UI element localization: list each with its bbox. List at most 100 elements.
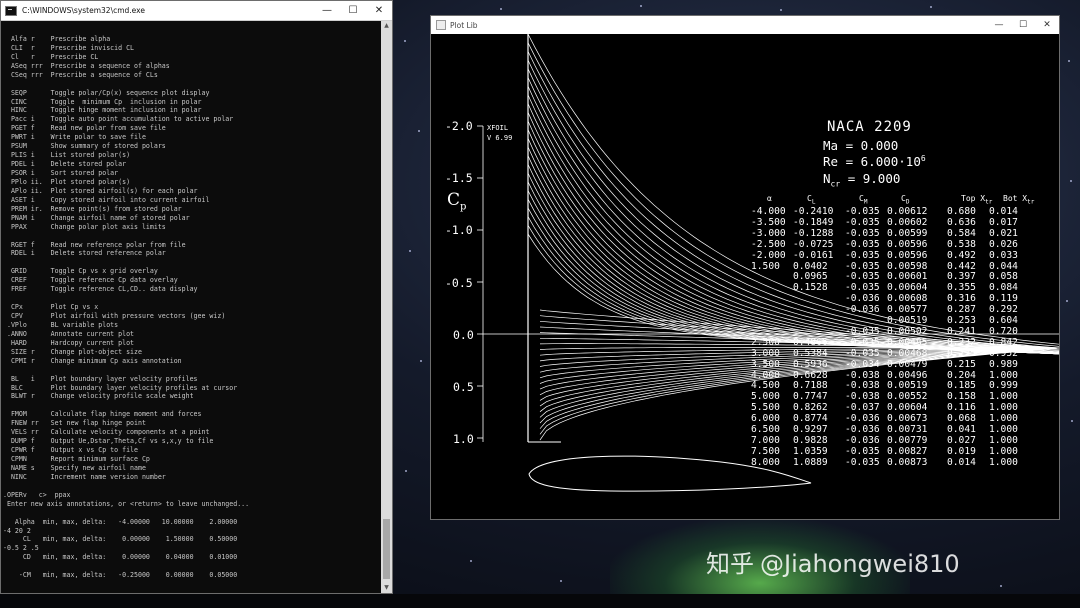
close-icon[interactable]: ✕ — [366, 1, 392, 21]
maximize-icon[interactable]: ☐ — [340, 1, 366, 21]
polar-table-cell: 0.00608 — [887, 293, 928, 305]
cmd-console[interactable]: Alfa r Prescribe alpha CLI r Prescribe i… — [1, 21, 392, 593]
console-line: APlo ii. Plot stored airfoil(s) for each… — [3, 186, 198, 195]
polar-table-cell: -0.038 — [845, 369, 880, 381]
header-text: Bot X — [1003, 194, 1028, 203]
polar-table-cell: -0.035 — [845, 227, 880, 239]
polar-table-cell: 0.158 — [947, 391, 976, 403]
polar-table-cell: -4.000 — [751, 206, 786, 217]
polar-table-cell: 1.000 — [989, 413, 1018, 425]
console-line: PSOR i Sort stored polar — [3, 169, 119, 177]
polar-table-cell: 0.00596 — [887, 249, 928, 261]
polar-table-cell: 0.1528 — [793, 282, 828, 294]
polar-table-cell: 0.185 — [947, 380, 976, 392]
console-line: CSeq rrr Prescribe a sequence of CLs — [3, 70, 158, 79]
console-line: CINC Toggle minimum Cp inclusion in pola… — [3, 97, 202, 106]
console-line: BL i Plot boundary layer velocity profil… — [3, 374, 198, 383]
minimize-icon[interactable]: — — [987, 16, 1011, 34]
console-line: PLIS i List stored polar(s) — [3, 151, 131, 160]
plot-app-icon — [436, 20, 446, 30]
polar-table-cell: 0.026 — [989, 238, 1018, 250]
scroll-thumb[interactable] — [383, 519, 390, 579]
console-line: ASET i Copy stored airfoil into current … — [3, 195, 210, 204]
console-line: ASeq rrr Prescribe a sequence of alphas — [3, 61, 170, 70]
minimize-icon[interactable]: — — [314, 1, 340, 21]
polar-table-cell: 0.4866 — [793, 336, 828, 348]
maximize-icon[interactable]: ☐ — [1011, 16, 1035, 34]
close-icon[interactable]: ✕ — [1035, 16, 1059, 34]
plot-window[interactable]: Plot Lib — ☐ ✕ XFOIL V 6.99 Cp -2.0 -1.5… — [430, 15, 1060, 520]
cmd-scrollbar[interactable]: ▲ ▼ — [381, 21, 392, 593]
polar-table-cell: -0.035 — [845, 445, 880, 457]
console-line: RDEL i Delete stored reference polar — [3, 249, 166, 258]
cmd-titlebar[interactable]: C:\WINDOWS\system32\cmd.exe — ☐ ✕ — [1, 1, 392, 21]
console-line: FREF Toggle reference CL,CD.. data displ… — [3, 285, 198, 294]
polar-table-cell: 0.00601 — [887, 271, 928, 283]
polar-table-cell: 4.000 — [751, 369, 780, 381]
polar-table-cell: 0.636 — [947, 216, 976, 228]
polar-table-cell: 0.538 — [947, 238, 976, 250]
console-line: NINC Increment name version number — [3, 472, 166, 481]
polar-table-cell: 0.014 — [947, 456, 976, 468]
polar-table-header-cell: Bot Xtr — [1003, 194, 1034, 206]
watermark-brand: 知乎 — [706, 550, 754, 578]
console-line: CLI r Prescribe inviscid CL — [3, 43, 135, 52]
console-output: Alfa r Prescribe alpha CLI r Prescribe i… — [3, 26, 381, 593]
polar-table-cell: 0.253 — [947, 315, 976, 326]
console-line: Enter new axis annotations, or <return> … — [3, 499, 250, 508]
polar-table-cell: 0.00552 — [887, 391, 928, 403]
plot-titlebar[interactable]: Plot Lib — ☐ ✕ — [431, 16, 1059, 34]
taskbar — [0, 594, 1080, 608]
polar-table-cell: 0.027 — [947, 434, 976, 446]
polar-table-header-cell: CD — [901, 194, 909, 206]
polar-table-cell: -0.036 — [845, 434, 880, 446]
polar-table-cell: 0.7747 — [793, 391, 828, 403]
polar-table-cell: 0.00468 — [887, 347, 928, 359]
console-line: BLC Plot boundary layer velocity profile… — [3, 383, 238, 392]
console-line: CPWR f Output x vs Cp to file — [3, 446, 138, 455]
polar-table-cell: -0.038 — [845, 380, 880, 392]
console-line: PWRT i Write polar to save file — [3, 133, 146, 142]
polar-table-cell: 0.0965 — [793, 271, 828, 283]
polar-table-cell: 5.000 — [751, 391, 780, 403]
console-line: PREM ir. Remove point(s) from stored pol… — [3, 204, 182, 213]
plot-window-title: Plot Lib — [450, 20, 478, 30]
polar-table-header-cell: α — [767, 194, 772, 206]
polar-table-cell: -0.038 — [845, 391, 880, 403]
polar-table-cell: -0.035 — [845, 238, 880, 250]
polar-table-cell: 0.241 — [947, 325, 976, 337]
polar-table-cell: 7.500 — [751, 445, 780, 457]
polar-table-cell: 0.8774 — [793, 413, 828, 425]
polar-table-cell: 0.584 — [947, 227, 976, 239]
polar-table-cell: 1.500 — [751, 260, 780, 272]
cmd-window[interactable]: C:\WINDOWS\system32\cmd.exe — ☐ ✕ Alfa r… — [0, 0, 393, 594]
polar-table-cell: 6.500 — [751, 424, 780, 435]
polar-table: α CL CM CD Top Xtr Bot Xtr -4.000 -0.2410 -0.035… — [431, 34, 1059, 520]
polar-table-cell: 3.000 — [751, 347, 780, 359]
polar-table-cell: 0.8262 — [793, 402, 828, 414]
header-text: Top X — [961, 194, 986, 203]
polar-table-cell: 0.604 — [989, 315, 1018, 326]
polar-table-header-cell: CL — [807, 194, 815, 206]
polar-table-cell: 0.00604 — [887, 282, 928, 294]
polar-table-cell: -0.034 — [845, 358, 880, 370]
console-line: FNEW rr Set new flap hinge point — [3, 419, 146, 428]
polar-table-cell: 0.842 — [989, 336, 1018, 348]
console-line: Pacc i Toggle auto point accumulation to… — [3, 115, 234, 124]
polar-table-cell: 0.00485 — [887, 336, 928, 348]
scroll-up-icon[interactable]: ▲ — [381, 21, 392, 31]
polar-table-cell: 1.000 — [989, 424, 1018, 435]
polar-table-cell: -0.036 — [845, 293, 880, 305]
polar-table-cell: 7.000 — [751, 434, 780, 446]
scroll-down-icon[interactable]: ▼ — [381, 583, 392, 593]
cp-plot-area: XFOIL V 6.99 Cp -2.0 -1.5 -1.0 -0.5 0.0 … — [431, 34, 1059, 520]
polar-table-cell: 0.00496 — [887, 369, 928, 381]
polar-table-cell: -0.035 — [845, 206, 880, 217]
polar-table-cell: 1.000 — [989, 434, 1018, 446]
console-line: Alfa r Prescribe alpha — [3, 34, 111, 43]
polar-table-cell: 0.00731 — [887, 424, 928, 435]
polar-table-cell: 0.00596 — [887, 238, 928, 250]
console-line: HARD Hardcopy current plot — [3, 338, 135, 347]
